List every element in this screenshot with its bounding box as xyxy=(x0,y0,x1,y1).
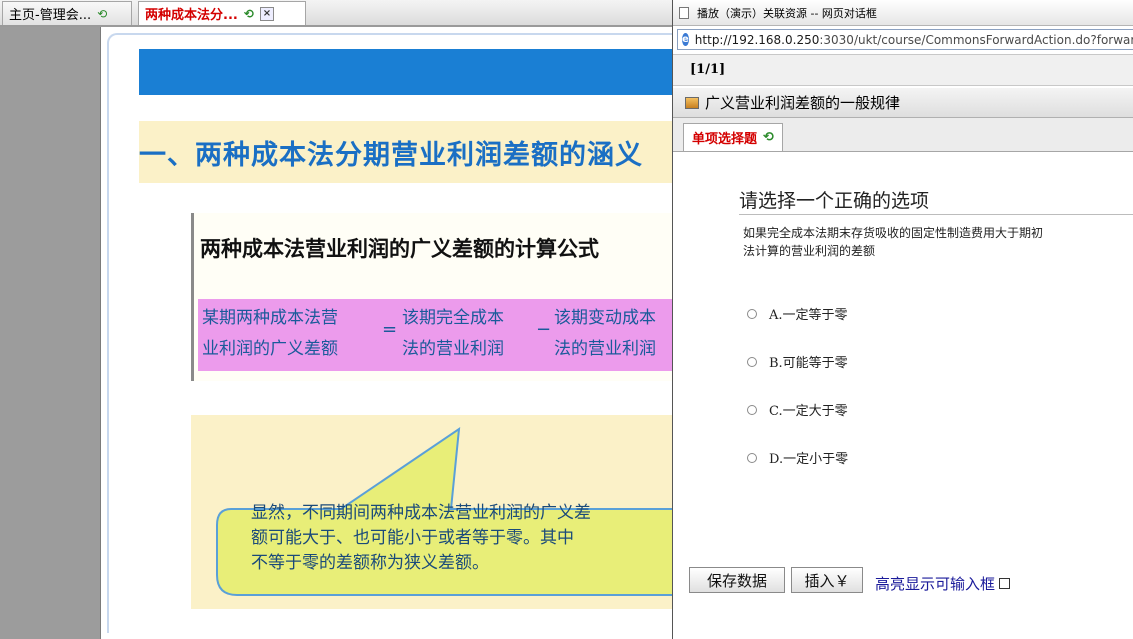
refresh-icon[interactable]: ⟲ xyxy=(763,130,774,145)
resource-title: 广义营业利润差额的一般规律 xyxy=(705,94,901,112)
radio-option-c[interactable] xyxy=(747,404,757,415)
address-bar[interactable]: e http://192.168.0.250:3030/ukt/course/C… xyxy=(677,29,1133,50)
formula-lhs-line: 业利润的广义差额 xyxy=(202,339,338,359)
option-d[interactable]: D.一定小于零 xyxy=(747,448,848,467)
refresh-icon[interactable]: ⟲ xyxy=(97,7,107,21)
option-c[interactable]: C.一定大于零 xyxy=(747,400,848,419)
radio-option-a[interactable] xyxy=(747,308,757,319)
highlight-inputs-toggle[interactable]: 高亮显示可输入框 xyxy=(875,573,1011,594)
radio-option-b[interactable] xyxy=(747,356,757,367)
dialog-title-bar[interactable]: 播放（演示）关联资源 -- 网页对话框 xyxy=(673,0,1133,26)
formula-band: 某期两种成本法营 业利润的广义差额 = 该期完全成本 法的营业利润 − 该期变动… xyxy=(198,299,673,371)
note-text: 显然，不同期间两种成本法营业利润的广义差 额可能大于、也可能小于或者等于零。其中… xyxy=(251,501,673,576)
formula-term-line: 该期完全成本 xyxy=(402,308,504,328)
ie-page-icon: e xyxy=(682,33,689,46)
resource-title-bar: 广义营业利润差额的一般规律 xyxy=(673,88,1133,118)
formula-term-full-cost: 该期完全成本 法的营业利润 xyxy=(402,303,504,365)
page-indicator: [1/1] xyxy=(673,54,1133,86)
formula-term-line: 该期变动成本 xyxy=(554,308,656,328)
tab-single-choice-label: 单项选择题 xyxy=(692,132,758,147)
document-icon xyxy=(679,6,689,19)
highlight-inputs-checkbox[interactable] xyxy=(999,578,1011,589)
formula-term-variable-cost: 该期变动成本 法的营业利润 xyxy=(554,303,656,365)
divider xyxy=(739,214,1133,215)
slide-title: 一、两种成本法分期营业利润差额的涵义 xyxy=(139,140,643,171)
close-icon[interactable]: × xyxy=(259,6,274,21)
option-b[interactable]: B.可能等于零 xyxy=(747,352,848,371)
question-text: 如果完全成本法期末存货吸收的固定性制造费用大于期初 法计算的营业利润的差额 xyxy=(743,224,1133,260)
url-path: :3030/ukt/course/CommonsForwardAction.do… xyxy=(819,32,1133,47)
tab-two-cost-methods[interactable]: 两种成本法分... ⟲ × xyxy=(138,1,306,25)
resource-icon xyxy=(685,96,699,109)
tab-active-label: 两种成本法分... xyxy=(145,8,238,23)
equals-sign: = xyxy=(382,319,398,340)
radio-option-d[interactable] xyxy=(747,452,757,463)
formula-lhs-line: 某期两种成本法营 xyxy=(202,308,338,328)
url-host: http://192.168.0.250 xyxy=(694,32,820,47)
question-tab-bar: 单项选择题 ⟲ xyxy=(673,118,1133,152)
web-dialog: 播放（演示）关联资源 -- 网页对话框 e http://192.168.0.2… xyxy=(672,0,1133,639)
option-d-label: D.一定小于零 xyxy=(769,452,849,467)
option-c-label: C.一定大于零 xyxy=(769,404,848,419)
tab-home-label: 主页-管理会... xyxy=(9,8,92,23)
formula-term-line: 法的营业利润 xyxy=(554,339,656,359)
note-line: 显然，不同期间两种成本法营业利润的广义差 xyxy=(251,503,591,523)
option-a-label: A.一定等于零 xyxy=(769,308,848,323)
option-a[interactable]: A.一定等于零 xyxy=(747,304,848,323)
highlight-inputs-label: 高亮显示可输入框 xyxy=(875,575,996,593)
tab-home[interactable]: 主页-管理会... ⟲ xyxy=(2,1,132,25)
save-data-button[interactable]: 保存数据 xyxy=(689,567,785,593)
question-line: 法计算的营业利润的差额 xyxy=(743,244,876,258)
slide-header-band xyxy=(139,49,673,95)
slide: 一、两种成本法分期营业利润差额的涵义 两种成本法营业利润的广义差额的计算公式 某… xyxy=(107,33,673,633)
formula-term-line: 法的营业利润 xyxy=(402,339,504,359)
tab-strip: 主页-管理会... ⟲ 两种成本法分... ⟲ × xyxy=(0,0,672,26)
option-b-label: B.可能等于零 xyxy=(769,356,848,371)
note-line: 不等于零的差额称为狭义差额。 xyxy=(251,553,489,573)
dialog-title: 播放（演示）关联资源 -- 网页对话框 xyxy=(697,6,877,20)
note-line: 额可能大于、也可能小于或者等于零。其中 xyxy=(251,528,574,548)
formula-lhs: 某期两种成本法营 业利润的广义差额 xyxy=(202,303,338,365)
question-prompt: 请选择一个正确的选项 xyxy=(739,190,930,212)
refresh-icon[interactable]: ⟲ xyxy=(244,7,254,21)
formula-box: 两种成本法营业利润的广义差额的计算公式 某期两种成本法营 业利润的广义差额 = … xyxy=(191,213,673,381)
tab-single-choice[interactable]: 单项选择题 ⟲ xyxy=(683,123,783,151)
insert-yen-button[interactable]: 插入￥ xyxy=(791,567,863,593)
question-line: 如果完全成本法期末存货吸收的固定性制造费用大于期初 xyxy=(743,226,1044,240)
left-gray-panel xyxy=(0,27,100,639)
slide-viewer: 一、两种成本法分期营业利润差额的涵义 两种成本法营业利润的广义差额的计算公式 某… xyxy=(100,27,673,639)
minus-sign: − xyxy=(536,319,552,340)
formula-heading: 两种成本法营业利润的广义差额的计算公式 xyxy=(200,236,599,261)
slide-title-band: 一、两种成本法分期营业利润差额的涵义 xyxy=(139,121,673,183)
